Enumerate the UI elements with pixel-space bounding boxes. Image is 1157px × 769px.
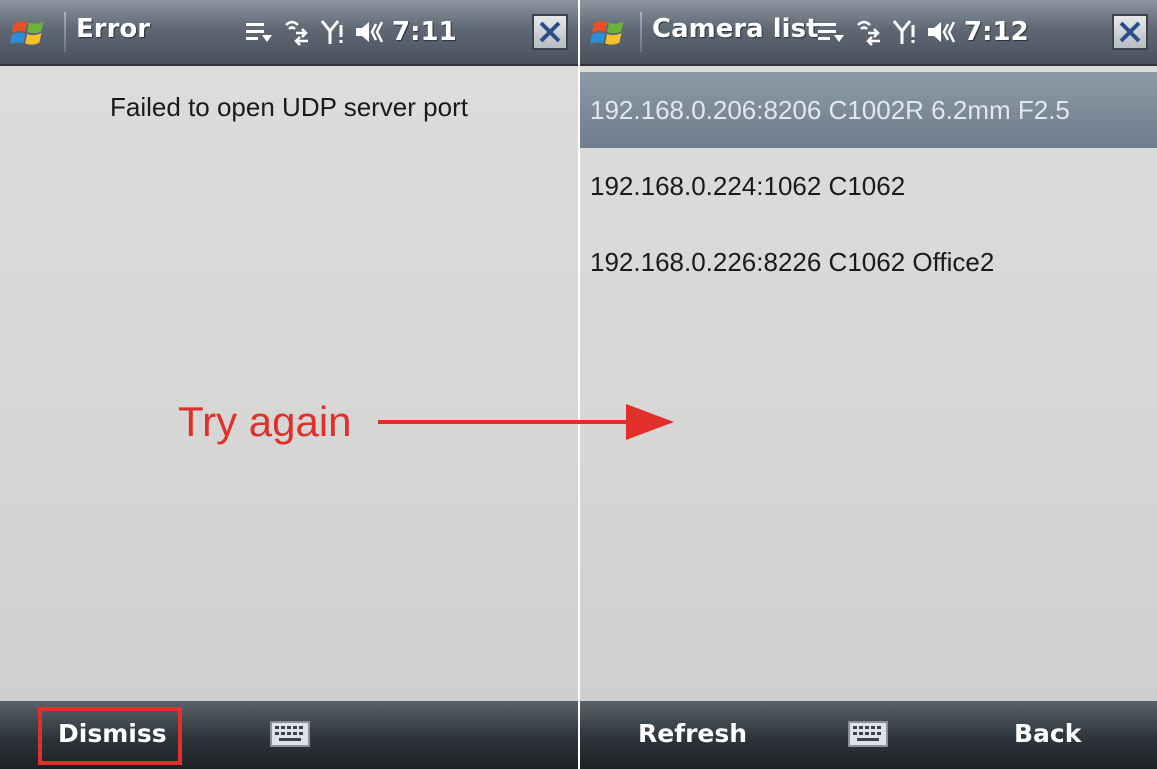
camera-list-item[interactable]: 192.168.0.224:1062 C1062 xyxy=(580,148,1157,224)
error-message: Failed to open UDP server port xyxy=(110,92,468,122)
close-icon xyxy=(539,21,561,43)
connectivity-icon xyxy=(857,20,880,46)
title-separator xyxy=(64,12,66,52)
camera-list: 192.168.0.206:8206 C1002R 6.2mm F2.5 192… xyxy=(580,66,1157,701)
close-icon xyxy=(1119,21,1141,43)
title-separator xyxy=(640,12,642,52)
status-area[interactable]: 7:11 xyxy=(244,12,457,52)
status-area[interactable]: 7:12 xyxy=(816,12,1029,52)
try-again-annotation: Try again xyxy=(178,398,352,445)
close-button[interactable] xyxy=(532,14,568,50)
dismiss-highlight-box xyxy=(38,707,182,765)
close-button[interactable] xyxy=(1112,14,1148,50)
arrow-icon xyxy=(378,404,674,440)
signal-icon xyxy=(320,20,343,44)
camera-list-screen: Camera list 7:12 192.168.0.206:8206 C100… xyxy=(580,0,1157,769)
soft-key-bar: Refresh Back xyxy=(580,701,1157,769)
connectivity-icon xyxy=(285,20,308,46)
keyboard-icon[interactable] xyxy=(848,721,888,747)
signal-icon xyxy=(892,20,915,44)
refresh-button[interactable]: Refresh xyxy=(638,719,747,748)
notification-icon xyxy=(246,23,272,42)
volume-icon xyxy=(356,21,384,43)
clock: 7:11 xyxy=(392,17,457,47)
windows-start-icon[interactable] xyxy=(10,14,48,52)
windows-start-icon[interactable] xyxy=(590,14,628,52)
error-content: Failed to open UDP server port xyxy=(0,66,578,701)
title-bar: Camera list 7:12 xyxy=(580,0,1157,66)
error-screen: Error 7:11 Failed to open UDP server por… xyxy=(0,0,578,769)
window-title: Camera list xyxy=(652,14,819,44)
volume-icon xyxy=(928,21,956,43)
camera-list-item[interactable]: 192.168.0.226:8226 C1062 Office2 xyxy=(580,224,1157,300)
clock: 7:12 xyxy=(964,17,1029,47)
back-button[interactable]: Back xyxy=(1014,719,1081,748)
window-title: Error xyxy=(76,14,151,44)
camera-list-item[interactable]: 192.168.0.206:8206 C1002R 6.2mm F2.5 xyxy=(580,72,1157,148)
title-bar: Error 7:11 xyxy=(0,0,578,66)
notification-icon xyxy=(818,23,844,42)
keyboard-icon[interactable] xyxy=(270,721,310,747)
